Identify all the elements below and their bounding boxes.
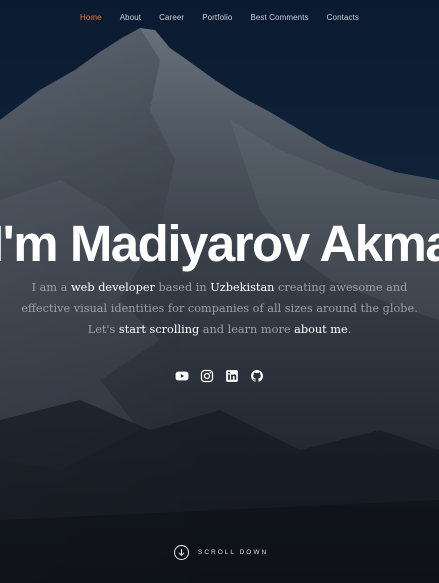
hero-intro: I am a web developer based in Uzbekistan… — [14, 277, 425, 340]
nav-item-about[interactable]: About — [120, 13, 141, 22]
nav-item-career[interactable]: Career — [159, 13, 184, 22]
about-me-link[interactable]: about me — [294, 323, 348, 336]
instagram-icon[interactable] — [200, 369, 214, 383]
github-icon[interactable] — [250, 369, 264, 383]
start-scrolling-link[interactable]: start scrolling — [119, 323, 199, 336]
main-nav: Home About Career Portfolio Best Comment… — [0, 13, 439, 22]
scroll-down-circle — [174, 545, 189, 560]
hero-section: Home About Career Portfolio Best Comment… — [0, 0, 439, 583]
scroll-down-label: SCROLL DOWN — [198, 549, 269, 556]
nav-item-portfolio[interactable]: Portfolio — [202, 13, 232, 22]
nav-item-best-comments[interactable]: Best Comments — [250, 13, 308, 22]
scroll-down-button[interactable]: SCROLL DOWN — [174, 545, 268, 560]
youtube-icon[interactable] — [175, 369, 189, 383]
social-links — [0, 369, 439, 383]
arrow-down-icon — [178, 548, 185, 556]
intro-text-1: I am a — [31, 281, 72, 294]
hero-headline: I'm Madiyarov Akmal — [0, 215, 439, 272]
nav-item-home[interactable]: Home — [80, 13, 102, 22]
intro-role: web developer — [71, 281, 155, 294]
intro-text-5: . — [347, 323, 352, 336]
intro-text-4: and learn more — [199, 323, 295, 336]
intro-text-2: based in — [154, 281, 211, 294]
linkedin-icon[interactable] — [225, 369, 239, 383]
hero-headline-wrap: I'm Madiyarov Akmal — [0, 211, 439, 277]
nav-item-contacts[interactable]: Contacts — [327, 13, 359, 22]
intro-location: Uzbekistan — [210, 281, 275, 294]
